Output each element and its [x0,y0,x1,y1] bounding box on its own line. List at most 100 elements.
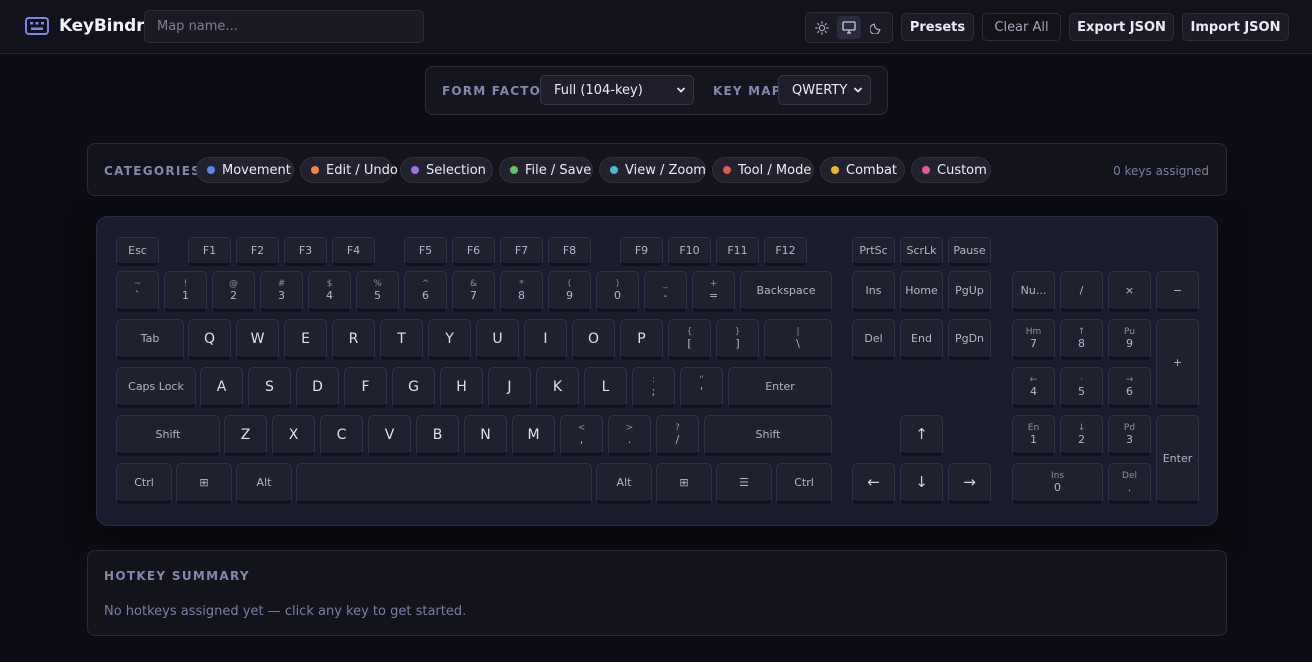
key[interactable]: M [512,415,555,456]
fn-key[interactable]: F9 [620,237,663,266]
fn-key[interactable]: F6 [452,237,495,266]
numpad-key[interactable]: + [1156,319,1199,408]
key[interactable]: | \ [764,319,832,360]
windows-key[interactable]: ⊞ [176,463,232,504]
arrow-left-key[interactable]: ← [852,463,895,504]
arrow-right-key[interactable]: → [948,463,991,504]
key[interactable]: ~ ` [116,271,159,312]
key[interactable]: B [416,415,459,456]
key[interactable]: ) 0 [596,271,639,312]
import-json-button[interactable]: Import JSON [1182,13,1289,41]
key[interactable]: :; [632,367,675,408]
fn-key[interactable]: F11 [716,237,759,266]
nav-key[interactable]: End [900,319,943,360]
key[interactable]: " ' [680,367,723,408]
caps-lock-key[interactable]: Caps Lock [116,367,196,408]
fn-key[interactable]: PrtSc [852,237,895,266]
key[interactable]: Z [224,415,267,456]
key[interactable]: R [332,319,375,360]
key[interactable]: (9 [548,271,591,312]
fn-key[interactable]: ScrLk [900,237,943,266]
arrow-down-key[interactable]: ↓ [900,463,943,504]
nav-key[interactable]: PgDn [948,319,991,360]
ctrl-key[interactable]: Ctrl [116,463,172,504]
numpad-key[interactable]: → 6 [1108,367,1151,408]
category-chip[interactable]: View / Zoom [599,157,706,183]
key[interactable]: A [200,367,243,408]
key[interactable]: $4 [308,271,351,312]
key[interactable]: ? / [656,415,699,456]
key[interactable]: F [344,367,387,408]
key[interactable]: }] [716,319,759,360]
theme-dark-button[interactable] [864,16,888,39]
numpad-key[interactable]: / [1060,271,1103,312]
windows-key[interactable]: ⊞ [656,463,712,504]
export-json-button[interactable]: Export JSON [1069,13,1174,41]
fn-key[interactable]: Pause [948,237,991,266]
key[interactable]: {[ [668,319,711,360]
nav-key[interactable]: PgUp [948,271,991,312]
key[interactable]: #3 [260,271,303,312]
form-factor-select[interactable]: Full (104-key) [540,75,694,105]
key[interactable]: I [524,319,567,360]
key[interactable]: G [392,367,435,408]
key[interactable]: P [620,319,663,360]
category-chip[interactable]: Movement [196,157,294,183]
key[interactable]: O [572,319,615,360]
enter-key[interactable]: Enter [728,367,832,408]
theme-light-button[interactable] [810,16,834,39]
numpad-key[interactable]: · 5 [1060,367,1103,408]
key[interactable]: D [296,367,339,408]
category-chip[interactable]: Selection [400,157,493,183]
fn-key[interactable]: F1 [188,237,231,266]
shift-key[interactable]: Shift [116,415,220,456]
numpad-key[interactable]: Hm 7 [1012,319,1055,360]
key[interactable]: W [236,319,279,360]
key[interactable]: K [536,367,579,408]
fn-key[interactable]: F12 [764,237,807,266]
key[interactable]: N [464,415,507,456]
key[interactable]: ^ 6 [404,271,447,312]
ctrl-key[interactable]: Ctrl [776,463,832,504]
map-name-input[interactable] [144,10,424,43]
key[interactable]: L [584,367,627,408]
category-chip[interactable]: Edit / Undo [300,157,398,183]
alt-key[interactable]: Alt [596,463,652,504]
backspace-key[interactable]: Backspace [740,271,832,312]
key[interactable]: % 5 [356,271,399,312]
clear-all-button[interactable]: Clear All [982,13,1061,41]
fn-key[interactable]: Esc [116,237,159,266]
fn-key[interactable]: F7 [500,237,543,266]
numpad-key[interactable]: Ins 0 [1012,463,1103,504]
key[interactable]: Q [188,319,231,360]
key[interactable]: + = [692,271,735,312]
tab-key[interactable]: Tab [116,319,184,360]
numpad-key[interactable]: ↓ 2 [1060,415,1103,456]
key[interactable]: @2 [212,271,255,312]
key[interactable]: X [272,415,315,456]
fn-key[interactable]: F2 [236,237,279,266]
fn-key[interactable]: F4 [332,237,375,266]
menu-key[interactable]: ☰ [716,463,772,504]
numpad-key[interactable]: Nu... [1012,271,1055,312]
alt-key[interactable]: Alt [236,463,292,504]
numpad-key[interactable]: Pd 3 [1108,415,1151,456]
shift-key[interactable]: Shift [704,415,832,456]
key[interactable]: >. [608,415,651,456]
key[interactable]: _ - [644,271,687,312]
numpad-key[interactable]: En 1 [1012,415,1055,456]
fn-key[interactable]: F8 [548,237,591,266]
key[interactable]: * 8 [500,271,543,312]
category-chip[interactable]: File / Save [499,157,593,183]
numpad-key[interactable]: Del. [1108,463,1151,504]
theme-system-button[interactable] [837,16,861,39]
arrow-up-key[interactable]: ↑ [900,415,943,456]
nav-key[interactable]: Ins [852,271,895,312]
key[interactable]: Y [428,319,471,360]
numpad-key[interactable]: Enter [1156,415,1199,504]
fn-key[interactable]: F5 [404,237,447,266]
key[interactable]: T [380,319,423,360]
key[interactable]: S [248,367,291,408]
key[interactable]: C [320,415,363,456]
key[interactable]: ! 1 [164,271,207,312]
